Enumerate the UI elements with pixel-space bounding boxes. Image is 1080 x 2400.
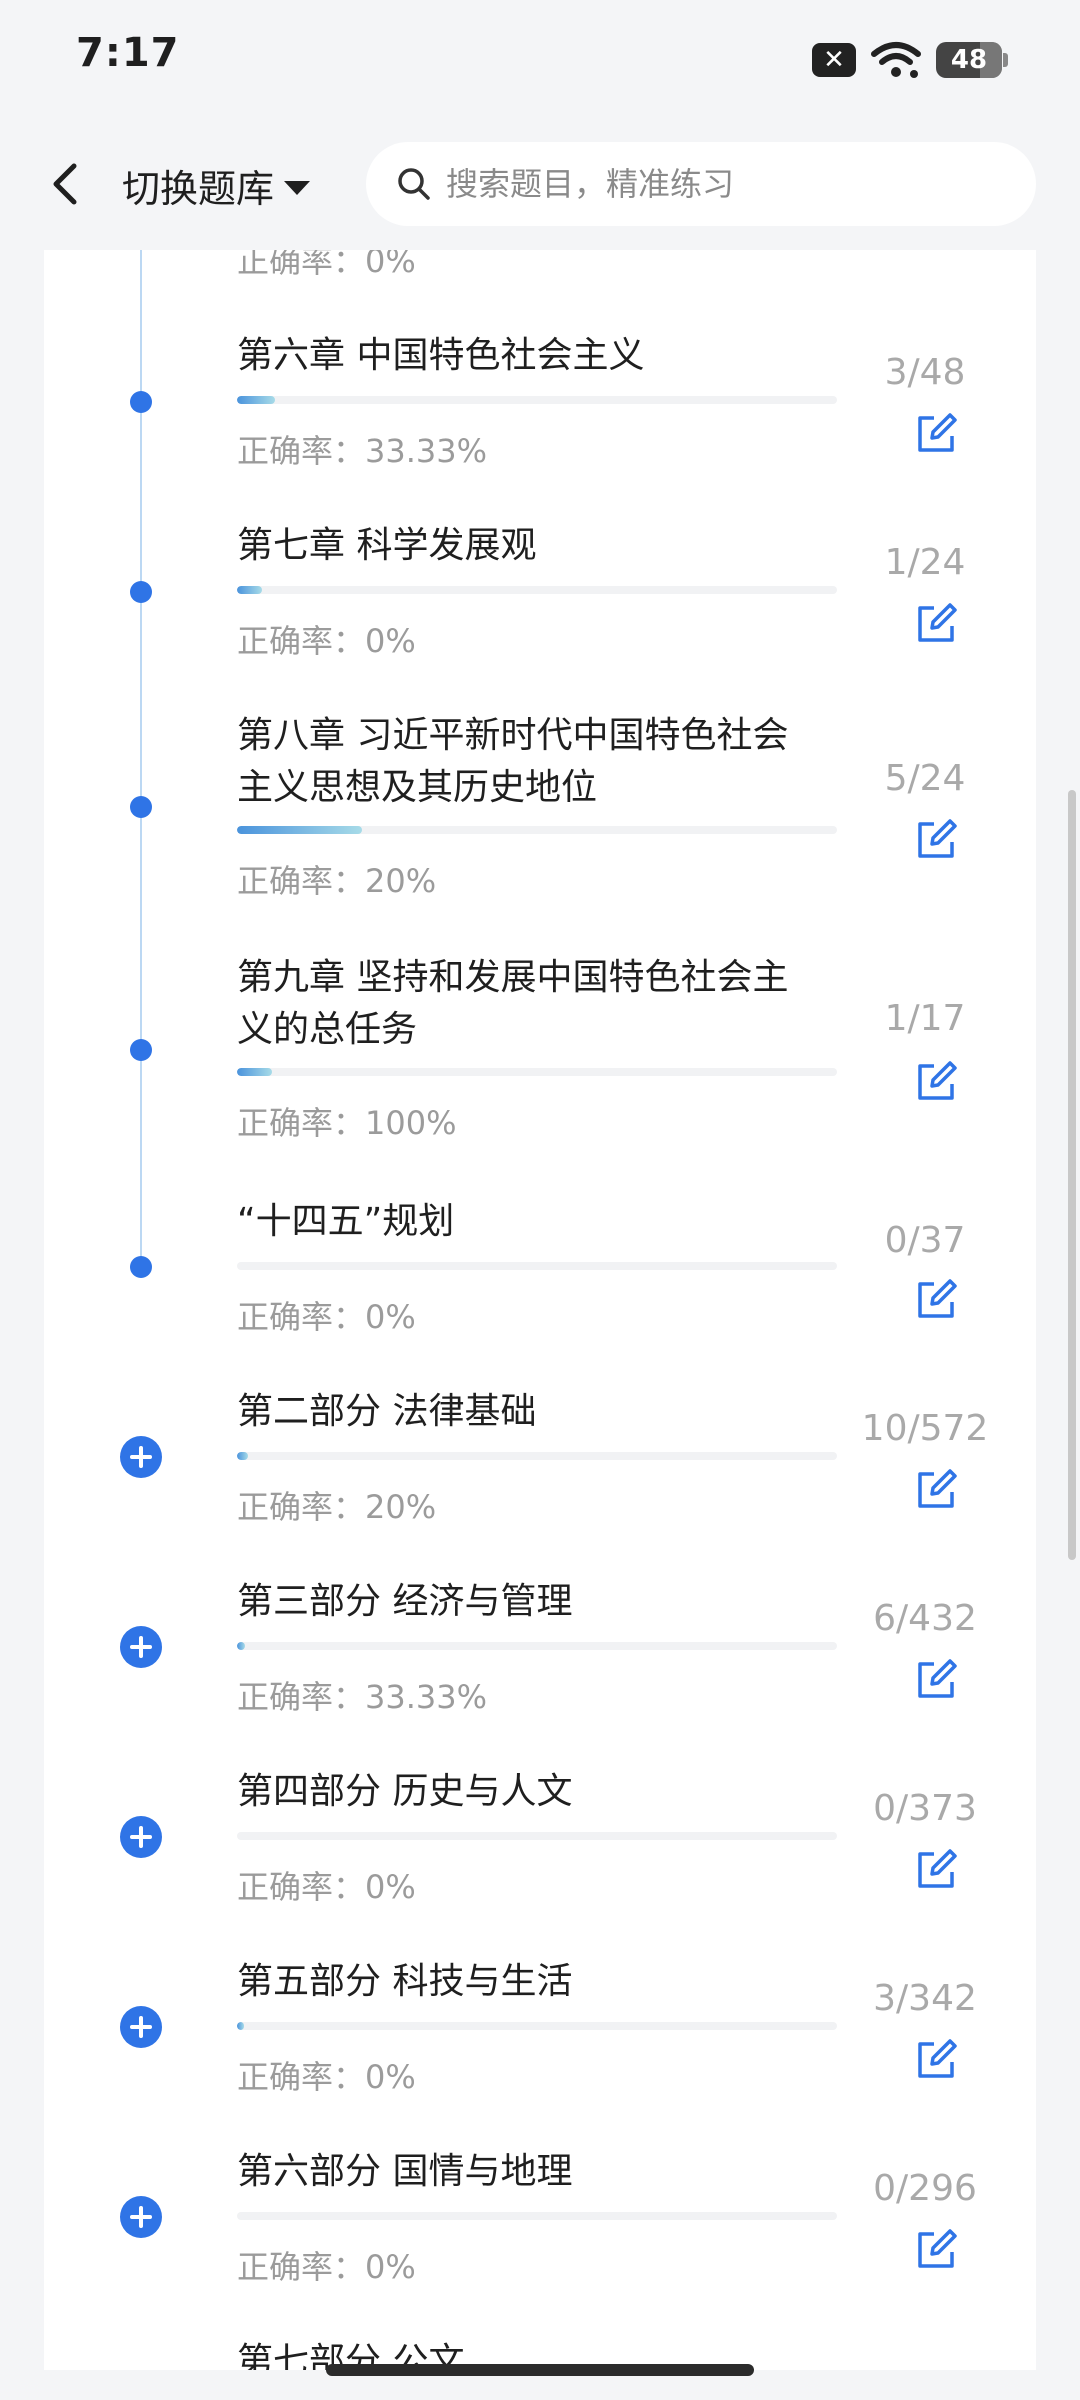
edit-practice-icon[interactable] <box>914 1658 958 1702</box>
search-bar[interactable] <box>366 142 1036 226</box>
chapter-title: 第九章 坚持和发展中国特色社会主义的总任务 <box>237 957 789 1050</box>
accuracy-text: 正确率：20% <box>237 862 437 900</box>
edit-practice-icon[interactable] <box>914 412 958 456</box>
edit-practice-icon[interactable] <box>914 602 958 646</box>
battery-icon: 48 <box>936 42 1008 78</box>
switch-library-button[interactable]: 切换题库 <box>122 158 311 213</box>
progress-fill <box>237 2022 245 2030</box>
switch-library-label: 切换题库 <box>122 167 275 211</box>
expand-plus-icon[interactable] <box>120 1816 162 1858</box>
battery-level: 48 <box>950 45 988 75</box>
progress-bar <box>237 1642 837 1650</box>
status-time: 7:17 <box>76 30 180 76</box>
progress-fill <box>237 1452 248 1460</box>
question-count: 1/17 <box>884 998 966 1039</box>
chapter-title: 第六章 中国特色社会主义 <box>237 335 645 376</box>
question-count: 3/48 <box>884 352 966 393</box>
question-bank-list: 正确率：0% 第六章 中国特色社会主义 正确率：33.33% 3/48 第七章 … <box>44 230 1036 2370</box>
edit-practice-icon[interactable] <box>914 2038 958 2082</box>
chapter-title: “十四五”规划 <box>237 1201 455 1242</box>
progress-fill <box>237 396 275 404</box>
expand-plus-icon[interactable] <box>120 1436 162 1478</box>
edit-practice-icon[interactable] <box>914 1848 958 1892</box>
top-bar: 切换题库 <box>0 118 1080 250</box>
back-button[interactable] <box>40 156 88 212</box>
back-arrow-icon <box>53 163 77 205</box>
search-input[interactable] <box>444 164 1004 204</box>
timeline-dot <box>130 391 152 413</box>
question-count: 0/37 <box>884 1220 966 1261</box>
accuracy-text: 正确率：0% <box>237 1298 416 1336</box>
caret-down-icon <box>284 180 311 195</box>
part-title: 第六部分 国情与地理 <box>237 2151 573 2192</box>
accuracy-text: 正确率：0% <box>237 622 416 660</box>
accuracy-text: 正确率：0% <box>237 2248 416 2286</box>
expand-plus-icon[interactable] <box>120 2196 162 2238</box>
search-icon <box>398 168 430 200</box>
edit-practice-icon[interactable] <box>914 1060 958 1104</box>
question-count: 5/24 <box>884 758 966 799</box>
accuracy-text: 正确率：20% <box>237 1488 437 1526</box>
question-count: 1/24 <box>884 542 966 583</box>
progress-bar <box>237 586 837 594</box>
progress-bar <box>237 826 837 834</box>
progress-bar <box>237 1262 837 1270</box>
status-icons: ✕ 48 <box>812 40 1008 80</box>
progress-fill <box>237 826 362 834</box>
accuracy-text: 正确率：0% <box>237 1868 416 1906</box>
part-title: 第二部分 法律基础 <box>237 1391 537 1432</box>
question-count: 6/432 <box>873 1598 977 1639</box>
progress-bar <box>237 2022 837 2030</box>
expand-plus-icon[interactable] <box>120 1626 162 1668</box>
edit-practice-icon[interactable] <box>914 1278 958 1322</box>
question-count: 0/296 <box>873 2168 977 2209</box>
accuracy-text: 正确率：33.33% <box>237 432 488 470</box>
chapter-title: 第七章 科学发展观 <box>237 525 537 566</box>
progress-bar <box>237 396 837 404</box>
part-title: 第三部分 经济与管理 <box>237 1581 573 1622</box>
timeline-line <box>140 230 142 1270</box>
timeline-dot <box>130 581 152 603</box>
edit-practice-icon[interactable] <box>914 818 958 862</box>
wifi-icon <box>871 42 921 78</box>
timeline-dot <box>130 796 152 818</box>
progress-fill <box>237 1642 246 1650</box>
home-indicator[interactable] <box>326 2364 754 2376</box>
question-count: 0/373 <box>873 1788 977 1829</box>
part-title: 第四部分 历史与人文 <box>237 1771 573 1812</box>
edit-practice-icon[interactable] <box>914 2228 958 2272</box>
progress-bar <box>237 1832 837 1840</box>
progress-bar <box>237 2212 837 2220</box>
expand-plus-icon[interactable] <box>120 2006 162 2048</box>
part-title: 第五部分 科技与生活 <box>237 1961 573 2002</box>
scrollbar[interactable] <box>1068 790 1076 1560</box>
timeline-dot <box>130 1256 152 1278</box>
timeline-dot <box>130 1039 152 1061</box>
edit-practice-icon[interactable] <box>914 1468 958 1512</box>
progress-fill <box>237 1068 273 1076</box>
accuracy-text: 正确率：0% <box>237 2058 416 2096</box>
question-count: 10/572 <box>861 1408 989 1449</box>
status-bar: 7:17 ✕ 48 <box>0 0 1080 118</box>
chapter-title: 第八章 习近平新时代中国特色社会主义思想及其历史地位 <box>237 715 789 808</box>
accuracy-text: 正确率：100% <box>237 1104 457 1142</box>
notification-x-icon: ✕ <box>812 43 856 77</box>
progress-bar <box>237 1068 837 1076</box>
question-count: 3/342 <box>873 1978 977 2019</box>
progress-bar <box>237 1452 837 1460</box>
progress-fill <box>237 586 263 594</box>
accuracy-text: 正确率：33.33% <box>237 1678 488 1716</box>
